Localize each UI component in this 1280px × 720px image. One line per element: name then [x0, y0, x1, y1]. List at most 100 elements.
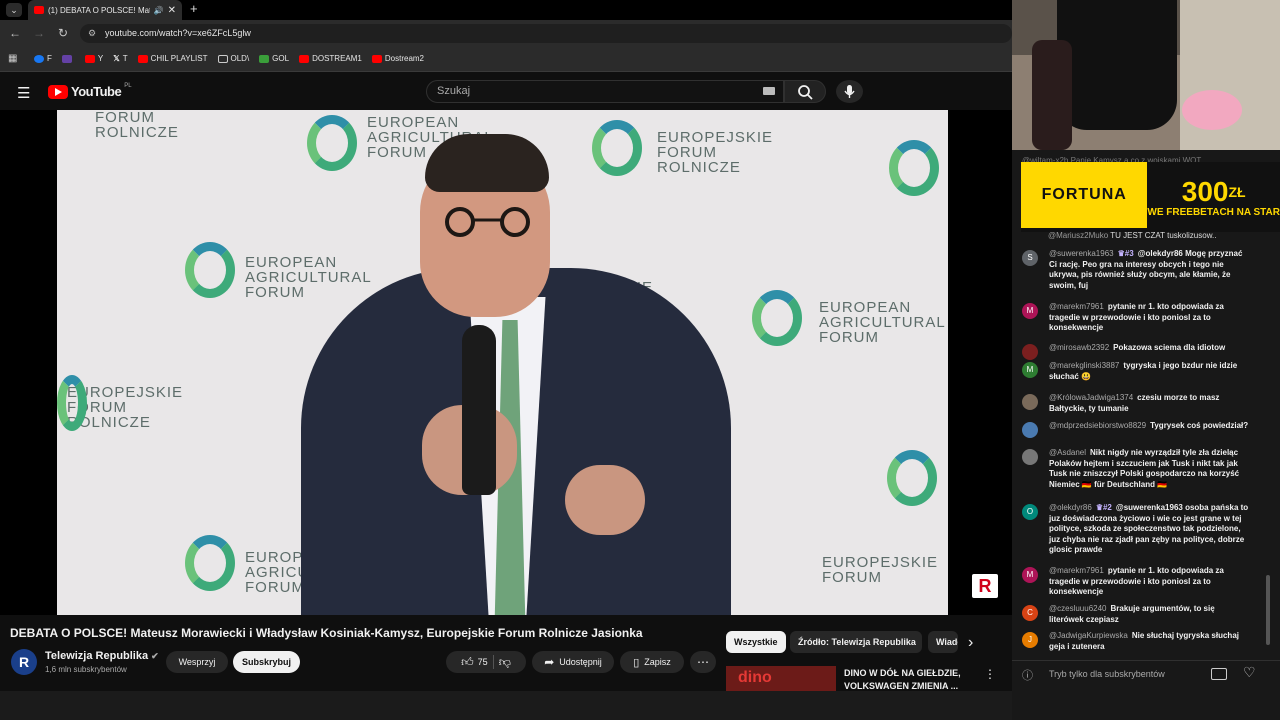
forward-arrow-icon[interactable]: →: [32, 26, 46, 40]
chat-username[interactable]: @marekglinski3887: [1049, 361, 1119, 370]
support-button[interactable]: Wesprzyj: [166, 651, 228, 673]
chat-username[interactable]: @suwerenka1963: [1049, 249, 1114, 258]
bookmark-item[interactable]: GOL: [259, 54, 289, 63]
chat-username[interactable]: @olekdyr86: [1049, 503, 1092, 512]
youtube-logo[interactable]: YouTube PL: [48, 82, 132, 99]
like-button[interactable]: 👍︎ 75: [461, 655, 488, 670]
pink-pillow: [1182, 90, 1242, 130]
chat-message: @Asdanel Nikt nigdy nie wyrządził tyle zł…: [1022, 448, 1250, 490]
bookmark-item[interactable]: Dostream2: [371, 54, 424, 63]
chat-avatar[interactable]: C: [1022, 605, 1038, 621]
share-button[interactable]: ➦ Udostępnij: [532, 651, 614, 673]
bookmark-item[interactable]: F: [34, 54, 52, 63]
forum-logo-icon: [592, 120, 642, 176]
site-info-icon[interactable]: ⚙: [88, 24, 96, 43]
video-frame[interactable]: EUROPEAN AGRICULTURAL FORUM EUROPEJSKIE FOR…: [57, 110, 948, 615]
recommendation-title[interactable]: DINO W DÓŁ NA GIEŁDZIE, VOLKSWAGEN ZMIENI…: [844, 667, 964, 693]
search-button[interactable]: [784, 80, 826, 103]
chip-source[interactable]: Źródło: Telewizja Republika: [790, 631, 922, 653]
chat-username[interactable]: @JadwigaKurpiewska: [1049, 631, 1128, 640]
hamburger-menu-icon[interactable]: ☰: [17, 84, 30, 102]
chat-avatar[interactable]: M: [1022, 303, 1038, 319]
chat-avatar[interactable]: M: [1022, 567, 1038, 583]
browser-tab-active[interactable]: (1) DEBATA O POLSCE! Mat 🔊 ✕: [28, 0, 182, 20]
member-badge: ♛#3: [1117, 249, 1134, 258]
chat-avatar[interactable]: M: [1022, 362, 1038, 378]
chevron-right-icon[interactable]: ›: [968, 634, 973, 652]
forum-logo-icon: [752, 290, 802, 346]
keyboard-icon[interactable]: [763, 87, 775, 95]
tab-list-button[interactable]: ⌄: [6, 3, 22, 17]
share-arrow-icon: ➦: [544, 655, 555, 669]
info-icon[interactable]: ⓘ: [1022, 667, 1033, 683]
chat-username[interactable]: @Asdanel: [1049, 448, 1086, 457]
youtube-favicon-icon: [34, 6, 44, 14]
subscriber-count: 1,6 mln subskrybentów: [45, 665, 127, 674]
chat-text: Pokazowa sciema dla idiotow: [1113, 343, 1226, 352]
url-field[interactable]: ⚙ youtube.com/watch?v=xe6ZFcL5glw: [80, 24, 1012, 43]
banner-text: EUROPEJSKIEFORUM: [822, 554, 939, 586]
chat-avatar[interactable]: J: [1022, 632, 1038, 648]
dislike-button[interactable]: 👎︎: [499, 655, 511, 670]
bookmark-item[interactable]: OLD\: [217, 54, 249, 63]
back-arrow-icon[interactable]: ←: [8, 26, 22, 40]
page-bottom-strip: [0, 691, 1012, 720]
more-actions-button[interactable]: ⋯: [690, 651, 716, 673]
search-input[interactable]: Szukaj: [426, 80, 784, 103]
chat-message: M @marekm7961 pytanie nr 1. kto odpowiada …: [1022, 302, 1250, 334]
bookmark-icon: ▯: [633, 656, 640, 669]
glasses-icon: [445, 207, 530, 237]
heart-icon[interactable]: ♡: [1243, 664, 1256, 681]
bookmarks-bar: ▦ F Y 𝕏T CHIL PLAYLIST OLD\ GOL DOSTREAM…: [0, 46, 1012, 72]
chat-message: @mirosawb2392 Pokazowa sciema dla idiotow: [1022, 343, 1250, 360]
member-badge: ♛#2: [1095, 503, 1112, 512]
chat-avatar[interactable]: S: [1022, 250, 1038, 266]
super-chat-icon[interactable]: [1211, 668, 1227, 680]
forum-logo-icon: [889, 140, 939, 196]
reload-icon[interactable]: ↻: [56, 26, 70, 40]
bookmark-item[interactable]: CHIL PLAYLIST: [137, 54, 208, 63]
new-tab-button[interactable]: +: [190, 1, 198, 16]
chat-avatar[interactable]: [1022, 422, 1038, 438]
chat-avatar[interactable]: [1022, 394, 1038, 410]
chat-username[interactable]: @KrólowaJadwiga1374: [1049, 393, 1133, 402]
recommendation-thumbnail[interactable]: dino: [726, 666, 836, 691]
chat-username[interactable]: @mirosawb2392: [1049, 343, 1109, 352]
chat-username[interactable]: @mdprzedsiebiorstwo8829: [1049, 421, 1146, 430]
chip-all[interactable]: Wszystkie: [726, 631, 786, 653]
chip-news[interactable]: Wiadomości: [928, 631, 958, 653]
voice-search-button[interactable]: [836, 80, 863, 103]
forum-logo-icon: [185, 242, 235, 298]
youtube-play-icon: [48, 84, 68, 99]
chat-message: @mdprzedsiebiorstwo8829 Tygrysek coś powi…: [1022, 421, 1250, 438]
bookmark-item[interactable]: Y: [84, 54, 103, 63]
bookmark-item[interactable]: DOSTREAM1: [299, 54, 362, 63]
chat-username[interactable]: @marekm7961: [1049, 566, 1104, 575]
save-button[interactable]: ▯ Zapisz: [620, 651, 684, 673]
more-vertical-icon[interactable]: ⋮: [984, 667, 996, 681]
forum-logo-icon: [887, 450, 937, 506]
streamer-webcam: [1012, 0, 1280, 150]
apps-grid-icon[interactable]: ▦: [8, 53, 17, 64]
bookmark-item[interactable]: 𝕏T: [113, 54, 127, 63]
region-code: PL: [124, 82, 132, 89]
speaker-hair: [425, 134, 549, 192]
chat-scrollbar[interactable]: [1266, 575, 1270, 645]
chat-avatar[interactable]: [1022, 449, 1038, 465]
chat-message: M @marekglinski3887 tygryska i jego bzdur …: [1022, 361, 1250, 382]
bookmark-item[interactable]: [61, 54, 75, 63]
speaker-icon[interactable]: 🔊: [154, 6, 164, 15]
subscribe-button[interactable]: Subskrybuj: [233, 651, 300, 673]
chat-message: S @suwerenka1963 ♛#3 @olekdyr86 Mogę przyzn…: [1022, 249, 1250, 291]
chat-username[interactable]: @marekm7961: [1049, 302, 1104, 311]
banner-text: FORUM ROLNICZE: [95, 110, 179, 141]
facebook-icon: [34, 54, 44, 63]
chat-avatar[interactable]: [1022, 344, 1038, 360]
tab-title: (1) DEBATA O POLSCE! Mat: [48, 5, 150, 15]
chat-avatar[interactable]: O: [1022, 504, 1038, 520]
handheld-microphone: [462, 325, 496, 495]
tab-close-icon[interactable]: ✕: [168, 5, 176, 16]
channel-name[interactable]: Telewizja Republika ✔: [45, 650, 159, 662]
channel-avatar[interactable]: R: [11, 649, 37, 675]
chat-username[interactable]: @czesluuu6240: [1049, 604, 1107, 613]
